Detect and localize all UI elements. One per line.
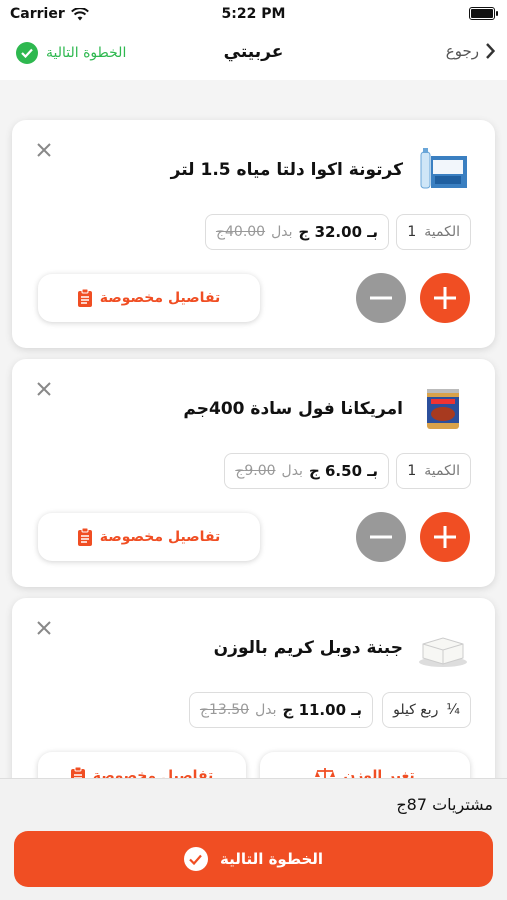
cart-item-list[interactable]: كرتونة اكوا دلتا مياه 1.5 لتر الكمية 1 ب… xyxy=(0,80,507,778)
quantity-label: الكمية xyxy=(424,224,460,240)
status-time: 5:22 PM xyxy=(221,6,286,22)
change-weight-button[interactable]: تغير الوزن xyxy=(260,752,470,778)
clipboard-icon xyxy=(77,528,92,546)
change-weight-label: تغير الوزن xyxy=(343,768,415,778)
cart-item-card: كرتونة اكوا دلتا مياه 1.5 لتر الكمية 1 ب… xyxy=(12,120,495,348)
battery-icon xyxy=(469,7,498,20)
page-title: عربيتي xyxy=(223,42,284,62)
close-icon[interactable] xyxy=(36,142,52,158)
quantity-display: الكمية 1 xyxy=(396,453,471,489)
special-details-label: تفاصيل مخصوصة xyxy=(99,529,221,545)
product-name: امريكانا فول سادة 400جم xyxy=(183,399,403,419)
minus-icon xyxy=(370,535,392,539)
price-display: بـ 6.50 ج بدل 9.00ج xyxy=(224,453,389,489)
product-name: كرتونة اكوا دلتا مياه 1.5 لتر xyxy=(170,160,403,180)
plus-icon xyxy=(434,526,456,548)
old-price: 9.00ج xyxy=(235,463,276,479)
close-icon[interactable] xyxy=(36,620,52,636)
instead-of-label: بدل xyxy=(271,224,293,240)
quantity-label: الكمية xyxy=(424,463,460,479)
quantity-display: الكمية 1 xyxy=(396,214,471,250)
water-bottle-carton-icon xyxy=(420,148,467,189)
decrease-quantity-button[interactable] xyxy=(356,273,406,323)
next-step-button[interactable]: الخطوة التالية xyxy=(14,831,493,887)
instead-of-label: بدل xyxy=(255,702,277,718)
price-display: بـ 32.00 ج بدل 40.00ج xyxy=(204,214,389,250)
weight-display: ¼ ربع كيلو xyxy=(382,692,471,728)
clipboard-icon xyxy=(70,767,85,778)
check-circle-icon xyxy=(183,847,208,871)
navigation-bar: الخطوة التالية عربيتي رجوع xyxy=(0,28,507,80)
purchases-total: مشتريات 87ج xyxy=(396,795,493,814)
back-button[interactable]: رجوع xyxy=(446,42,495,60)
minus-icon xyxy=(370,296,392,300)
quantity-value: 1 xyxy=(407,463,417,479)
close-icon[interactable] xyxy=(36,381,52,397)
instead-of-label: بدل xyxy=(281,463,303,479)
status-bar: Carrier 5:22 PM xyxy=(0,0,507,28)
cheese-block-icon xyxy=(419,637,467,667)
price-display: بـ 11.00 ج بدل 13.50ج xyxy=(188,692,373,728)
increase-quantity-button[interactable] xyxy=(420,512,470,562)
back-label: رجوع xyxy=(445,42,479,60)
next-step-label: الخطوة التالية xyxy=(219,850,324,868)
special-details-button[interactable]: تفاصيل مخصوصة xyxy=(38,752,246,778)
current-price: بـ 11.00 ج xyxy=(282,701,362,719)
cart-item-card: جبنة دوبل كريم بالوزن ¼ ربع كيلو بـ 11.0… xyxy=(12,598,495,778)
special-details-button[interactable]: تفاصيل مخصوصة xyxy=(38,513,260,561)
weight-label: ربع كيلو xyxy=(393,702,439,718)
fava-beans-can-icon xyxy=(427,389,459,429)
cart-item-card: امريكانا فول سادة 400جم الكمية 1 بـ 6.50… xyxy=(12,359,495,587)
old-price: 40.00ج xyxy=(215,224,266,240)
current-price: بـ 32.00 ج xyxy=(298,223,378,241)
scale-icon xyxy=(315,768,336,778)
plus-icon xyxy=(434,287,456,309)
checkout-footer: مشتريات 87ج الخطوة التالية xyxy=(0,778,507,900)
chevron-right-icon xyxy=(486,43,495,59)
clipboard-icon xyxy=(77,289,92,307)
quantity-value: 1 xyxy=(407,224,417,240)
decrease-quantity-button[interactable] xyxy=(356,512,406,562)
increase-quantity-button[interactable] xyxy=(420,273,470,323)
special-details-label: تفاصيل مخصوصة xyxy=(99,290,221,306)
weight-fraction: ¼ xyxy=(446,702,460,718)
current-price: بـ 6.50 ج xyxy=(308,462,378,480)
old-price: 13.50ج xyxy=(199,702,250,718)
product-name: جبنة دوبل كريم بالوزن xyxy=(213,638,403,658)
special-details-label: تفاصيل مخصوصة xyxy=(92,768,214,778)
special-details-button[interactable]: تفاصيل مخصوصة xyxy=(38,274,260,322)
